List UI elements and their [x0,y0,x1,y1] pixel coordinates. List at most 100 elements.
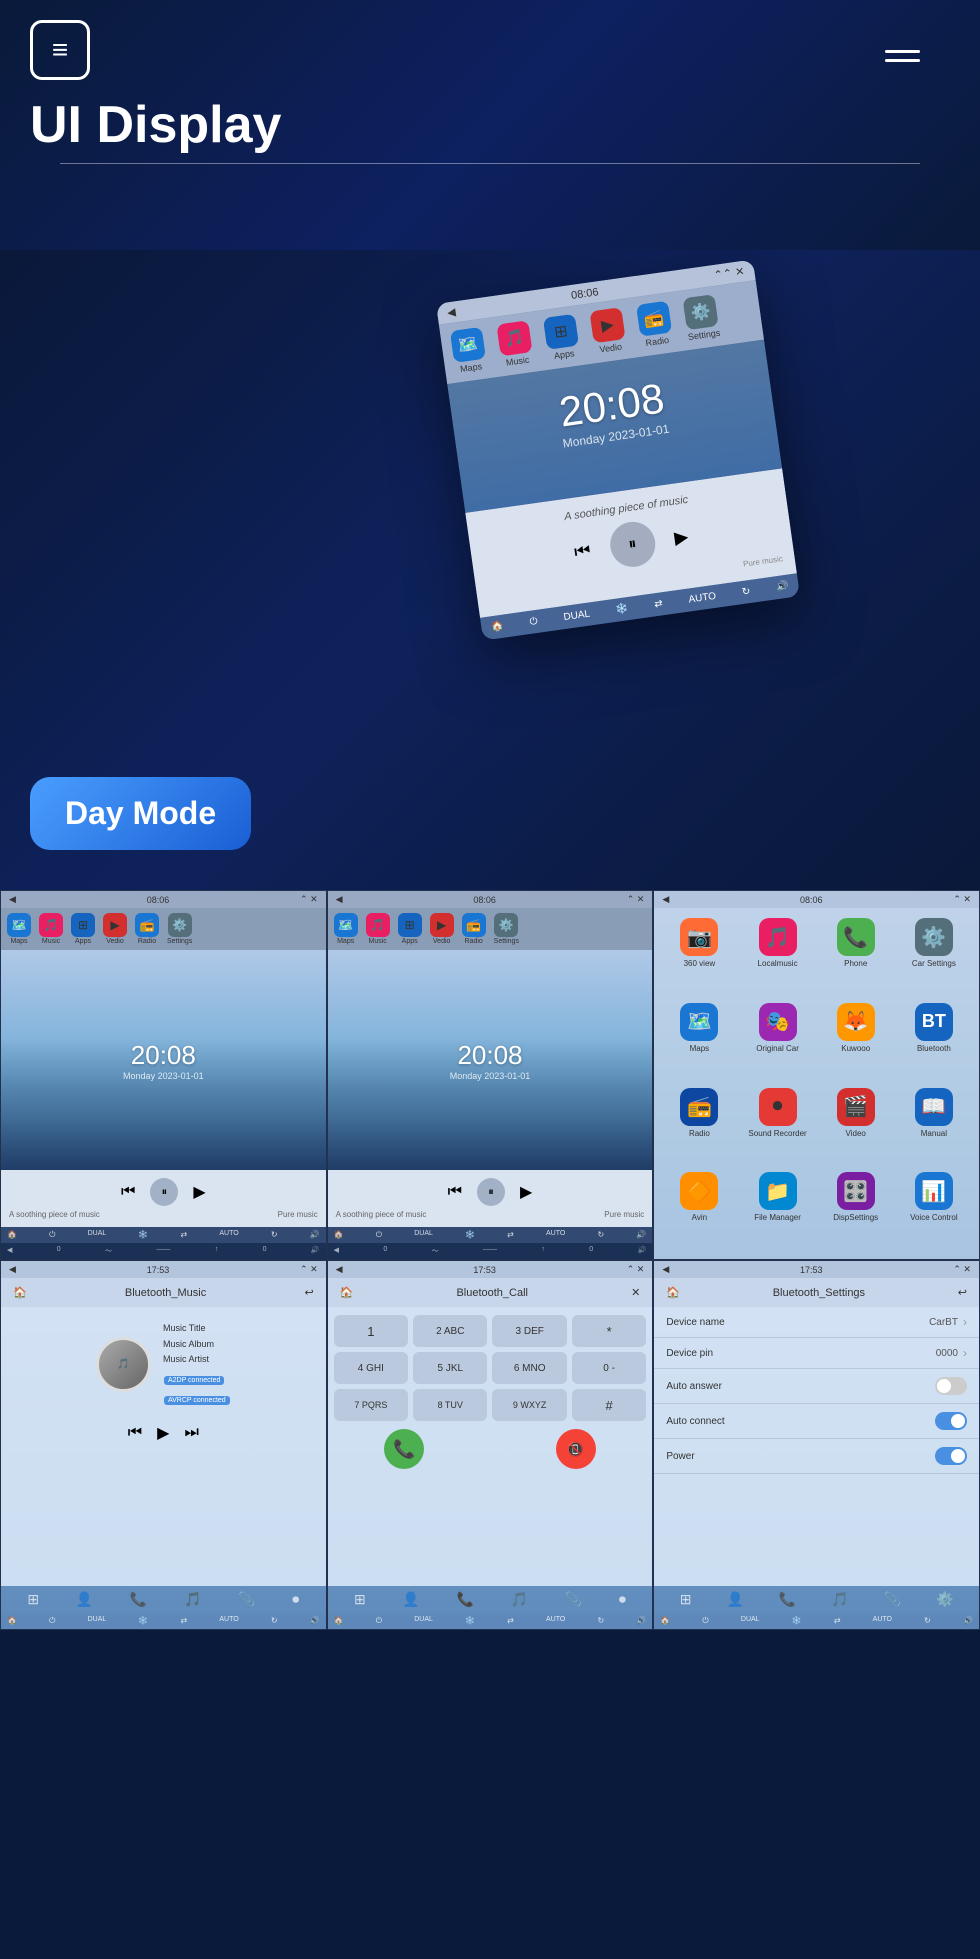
dial-star[interactable]: * [572,1315,646,1347]
nav-user-icon-3[interactable]: 👤 [726,1591,743,1608]
bt-auto-connect-toggle[interactable] [935,1412,967,1430]
bt-device-pin-row: Device pin 0000 › [654,1338,979,1369]
app-originalcar[interactable]: 🎭 Original Car [742,1003,812,1080]
nav-user-icon[interactable]: 👤 [76,1591,93,1608]
dial-2[interactable]: 2 ABC [413,1315,487,1347]
app-video[interactable]: 🎬 Video [821,1088,891,1165]
dial-zero-dash[interactable]: 0 - [572,1352,646,1384]
page-title: UI Display [30,95,950,155]
nav-clip-icon[interactable]: 📎 [238,1591,255,1608]
cell-date-2: Monday 2023-01-01 [450,1071,531,1081]
cell-clock-1: 20:08 [123,1040,204,1071]
nav-music-icon[interactable]: 🎵 [184,1591,201,1608]
bt-grid-section: ◀17:53⌃ ✕ 🏠 Bluetooth_Music ↩ 🎵 Music Ti… [0,1260,980,1630]
nav-grid-icon-3[interactable]: ⊞ [680,1591,692,1608]
bt-prev-icon[interactable]: ⏮ [128,1424,142,1442]
cell-prev-2[interactable]: ⏮ [448,1183,462,1201]
nav-grid-icon[interactable]: ⊞ [27,1591,39,1608]
app-soundrecorder[interactable]: ⏺ Sound Recorder [742,1088,812,1165]
dial-hash[interactable]: # [572,1389,646,1421]
hamburger-menu[interactable] [885,50,920,62]
dial-4[interactable]: 4 GHI [334,1352,408,1384]
app-avin[interactable]: 🔶 Avin [664,1172,734,1249]
dial-8[interactable]: 8 TUV [413,1389,487,1421]
cell-next-2[interactable]: ▶ [520,1182,532,1202]
bt-power-label: Power [666,1451,694,1462]
bt-music-title: Bluetooth_Music [125,1287,206,1299]
bt-settings-cell: ◀17:53⌃ ✕ 🏠 Bluetooth_Settings ↩ Device … [653,1260,980,1630]
cell-play-1[interactable]: ⏸ [150,1178,178,1206]
bt-music-controls: ⏮ ▶ ⏭ [11,1423,316,1443]
app-dispsettings[interactable]: 🎛️ DispSettings [821,1172,891,1249]
cell-prev-1[interactable]: ⏮ [121,1183,135,1201]
divider [60,163,920,164]
bt-music-top-bar: ◀17:53⌃ ✕ [1,1261,326,1278]
bt-play-icon[interactable]: ▶ [157,1423,169,1443]
prev-icon[interactable]: ⏮ [573,540,592,563]
hamburger-line [885,50,920,53]
app-radio[interactable]: 📻 Radio [636,301,674,349]
dial-call-button[interactable]: 📞 [384,1429,424,1469]
nav-grid-icon-2[interactable]: ⊞ [354,1591,366,1608]
bt-music-bottom-bar: 🏠⏻DUAL❄️⇄AUTO↻🔊 [1,1613,326,1629]
dial-9[interactable]: 9 WXYZ [492,1389,566,1421]
bt-music-cell: ◀17:53⌃ ✕ 🏠 Bluetooth_Music ↩ 🎵 Music Ti… [0,1260,327,1630]
cell-next-1[interactable]: ▶ [193,1182,205,1202]
app-music[interactable]: 🎵 Music [496,320,534,368]
nav-phone-icon[interactable]: 📞 [130,1591,147,1608]
play-pause-button[interactable]: ⏸ [607,519,658,570]
nav-record-icon-2[interactable]: ⏺ [619,1591,626,1608]
bt-call-nav: ⊞ 👤 📞 🎵 📎 ⏺ [328,1586,653,1613]
dial-3[interactable]: 3 DEF [492,1315,566,1347]
app-radio-grid[interactable]: 📻 Radio [664,1088,734,1165]
cell-clock-area-2: 20:08 Monday 2023-01-01 [328,950,653,1170]
app-vedio[interactable]: ▶ Vedio [589,307,627,355]
dial-7[interactable]: 7 PQRS [334,1389,408,1421]
bt-next-icon[interactable]: ⏭ [184,1424,198,1442]
grid-row-1: ◀08:06⌃ ✕ 🗺️Maps 🎵Music ⊞Apps ▶Vedio 📻Ra… [0,890,980,1260]
dial-5[interactable]: 5 JKL [413,1352,487,1384]
bt-auto-answer-toggle[interactable] [935,1377,967,1395]
bt-badge-a2dp: A2DP connected [164,1376,224,1385]
bt-power-toggle[interactable] [935,1447,967,1465]
cell-top-bar-1: ◀08:06⌃ ✕ [1,891,326,908]
app-manual[interactable]: 📖 Manual [899,1088,969,1165]
cell-clock-2: 20:08 [450,1040,531,1071]
nav-phone-icon-2[interactable]: 📞 [457,1591,474,1608]
app-bluetooth[interactable]: BT Bluetooth [899,1003,969,1080]
bt-device-name-value: CarBT [929,1317,958,1328]
nav-settings-icon-3[interactable]: ⚙️ [936,1591,953,1608]
bt-dialpad: 1 2 ABC 3 DEF * 4 GHI 5 JKL 6 MNO 0 - 7 … [328,1307,653,1586]
app-phone[interactable]: 📞 Phone [821,918,891,995]
app-settings[interactable]: ⚙️ Settings [683,294,721,342]
app-localmusic[interactable]: 🎵 Localmusic [742,918,812,995]
cell-play-2[interactable]: ⏸ [477,1178,505,1206]
app-filemanager[interactable]: 📁 File Manager [742,1172,812,1249]
dial-1[interactable]: 1 [334,1315,408,1347]
nav-music-icon-2[interactable]: 🎵 [511,1591,528,1608]
nav-clip-icon-2[interactable]: 📎 [565,1591,582,1608]
bt-settings-title-bar: 🏠 Bluetooth_Settings ↩ [654,1278,979,1307]
cell-status-bar-1: ◀0〜——↑0🔊 [1,1243,326,1259]
toggle-knob-auto-connect [951,1414,965,1428]
dial-6[interactable]: 6 MNO [492,1352,566,1384]
nav-phone-icon-3[interactable]: 📞 [779,1591,796,1608]
nav-clip-icon-3[interactable]: 📎 [884,1591,901,1608]
apps-top-bar: ◀08:06⌃ ✕ [654,891,979,908]
app-360view[interactable]: 📷 360 view [664,918,734,995]
nav-music-icon-3[interactable]: 🎵 [831,1591,848,1608]
app-maps[interactable]: 🗺️ Maps [450,327,488,375]
app-kuwooo[interactable]: 🦊 Kuwooo [821,1003,891,1080]
app-apps[interactable]: ⊞ Apps [543,314,581,362]
nav-record-icon[interactable]: ⏺ [292,1591,299,1608]
dial-end-button[interactable]: 📵 [556,1429,596,1469]
nav-user-icon-2[interactable]: 👤 [402,1591,419,1608]
header: ≡ UI Display [0,0,980,250]
app-maps-grid[interactable]: 🗺️ Maps [664,1003,734,1080]
apps-grid-cell: ◀08:06⌃ ✕ 📷 360 view 🎵 Localmusic 📞 Phon… [653,890,980,1260]
next-icon[interactable]: ▶ [673,526,690,549]
bt-device-pin-label: Device pin [666,1348,713,1359]
bt-settings-content: Device name CarBT › Device pin 0000 › [654,1307,979,1586]
app-carsettings[interactable]: ⚙️ Car Settings [899,918,969,995]
app-voicecontrol[interactable]: 📊 Voice Control [899,1172,969,1249]
